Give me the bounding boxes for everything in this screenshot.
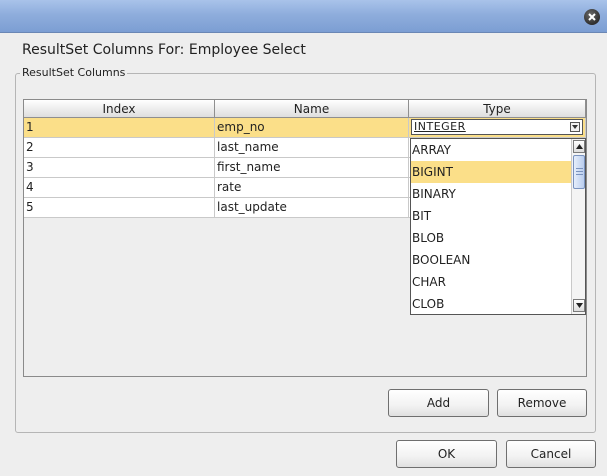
cell-index[interactable]: 2: [24, 138, 215, 158]
column-header-type[interactable]: Type: [409, 100, 586, 118]
dropdown-arrow-button[interactable]: [570, 122, 580, 132]
column-header-index[interactable]: Index: [24, 100, 215, 118]
cell-index[interactable]: 5: [24, 198, 215, 218]
dropdown-option[interactable]: BIGINT: [411, 161, 571, 183]
close-window-button[interactable]: [584, 9, 600, 25]
type-select[interactable]: INTEGER: [411, 119, 583, 135]
cell-index[interactable]: 4: [24, 178, 215, 198]
dropdown-option[interactable]: BOOLEAN: [411, 249, 571, 271]
column-header-name[interactable]: Name: [215, 100, 409, 118]
remove-button[interactable]: Remove: [497, 389, 587, 417]
scroll-down-button[interactable]: [573, 299, 585, 312]
dropdown-option[interactable]: BINARY: [411, 183, 571, 205]
dialog-title: ResultSet Columns For: Employee Select: [22, 42, 306, 58]
window-titlebar[interactable]: [0, 0, 607, 33]
dropdown-option[interactable]: BLOB: [411, 227, 571, 249]
cell-index[interactable]: 3: [24, 158, 215, 178]
cell-name[interactable]: first_name: [215, 158, 409, 178]
dropdown-option[interactable]: BIT: [411, 205, 571, 227]
scroll-thumb[interactable]: [573, 155, 585, 189]
grip-line: [576, 174, 583, 175]
cancel-button[interactable]: Cancel: [506, 440, 596, 468]
cell-name[interactable]: rate: [215, 178, 409, 198]
cell-index[interactable]: 1: [24, 118, 215, 138]
add-button[interactable]: Add: [388, 389, 489, 417]
scroll-up-button[interactable]: [573, 140, 585, 153]
cell-name[interactable]: emp_no: [215, 118, 409, 138]
dropdown-option[interactable]: CLOB: [411, 293, 571, 315]
cell-name[interactable]: last_name: [215, 138, 409, 158]
grip-line: [576, 168, 583, 169]
table-header: Index Name Type: [24, 100, 586, 118]
dropdown-scrollbar[interactable]: [571, 139, 585, 314]
type-select-value: INTEGER: [414, 120, 466, 133]
ok-button[interactable]: OK: [396, 440, 497, 468]
dropdown-option[interactable]: CHAR: [411, 271, 571, 293]
group-label: ResultSet Columns: [20, 66, 128, 79]
dropdown-option[interactable]: ARRAY: [411, 139, 571, 161]
cell-name[interactable]: last_update: [215, 198, 409, 218]
grip-line: [576, 171, 583, 172]
type-dropdown-list[interactable]: ARRAY BIGINT BINARY BIT BLOB BOOLEAN CHA…: [410, 138, 586, 315]
table-row[interactable]: 1 emp_no INTEGER: [24, 118, 586, 138]
